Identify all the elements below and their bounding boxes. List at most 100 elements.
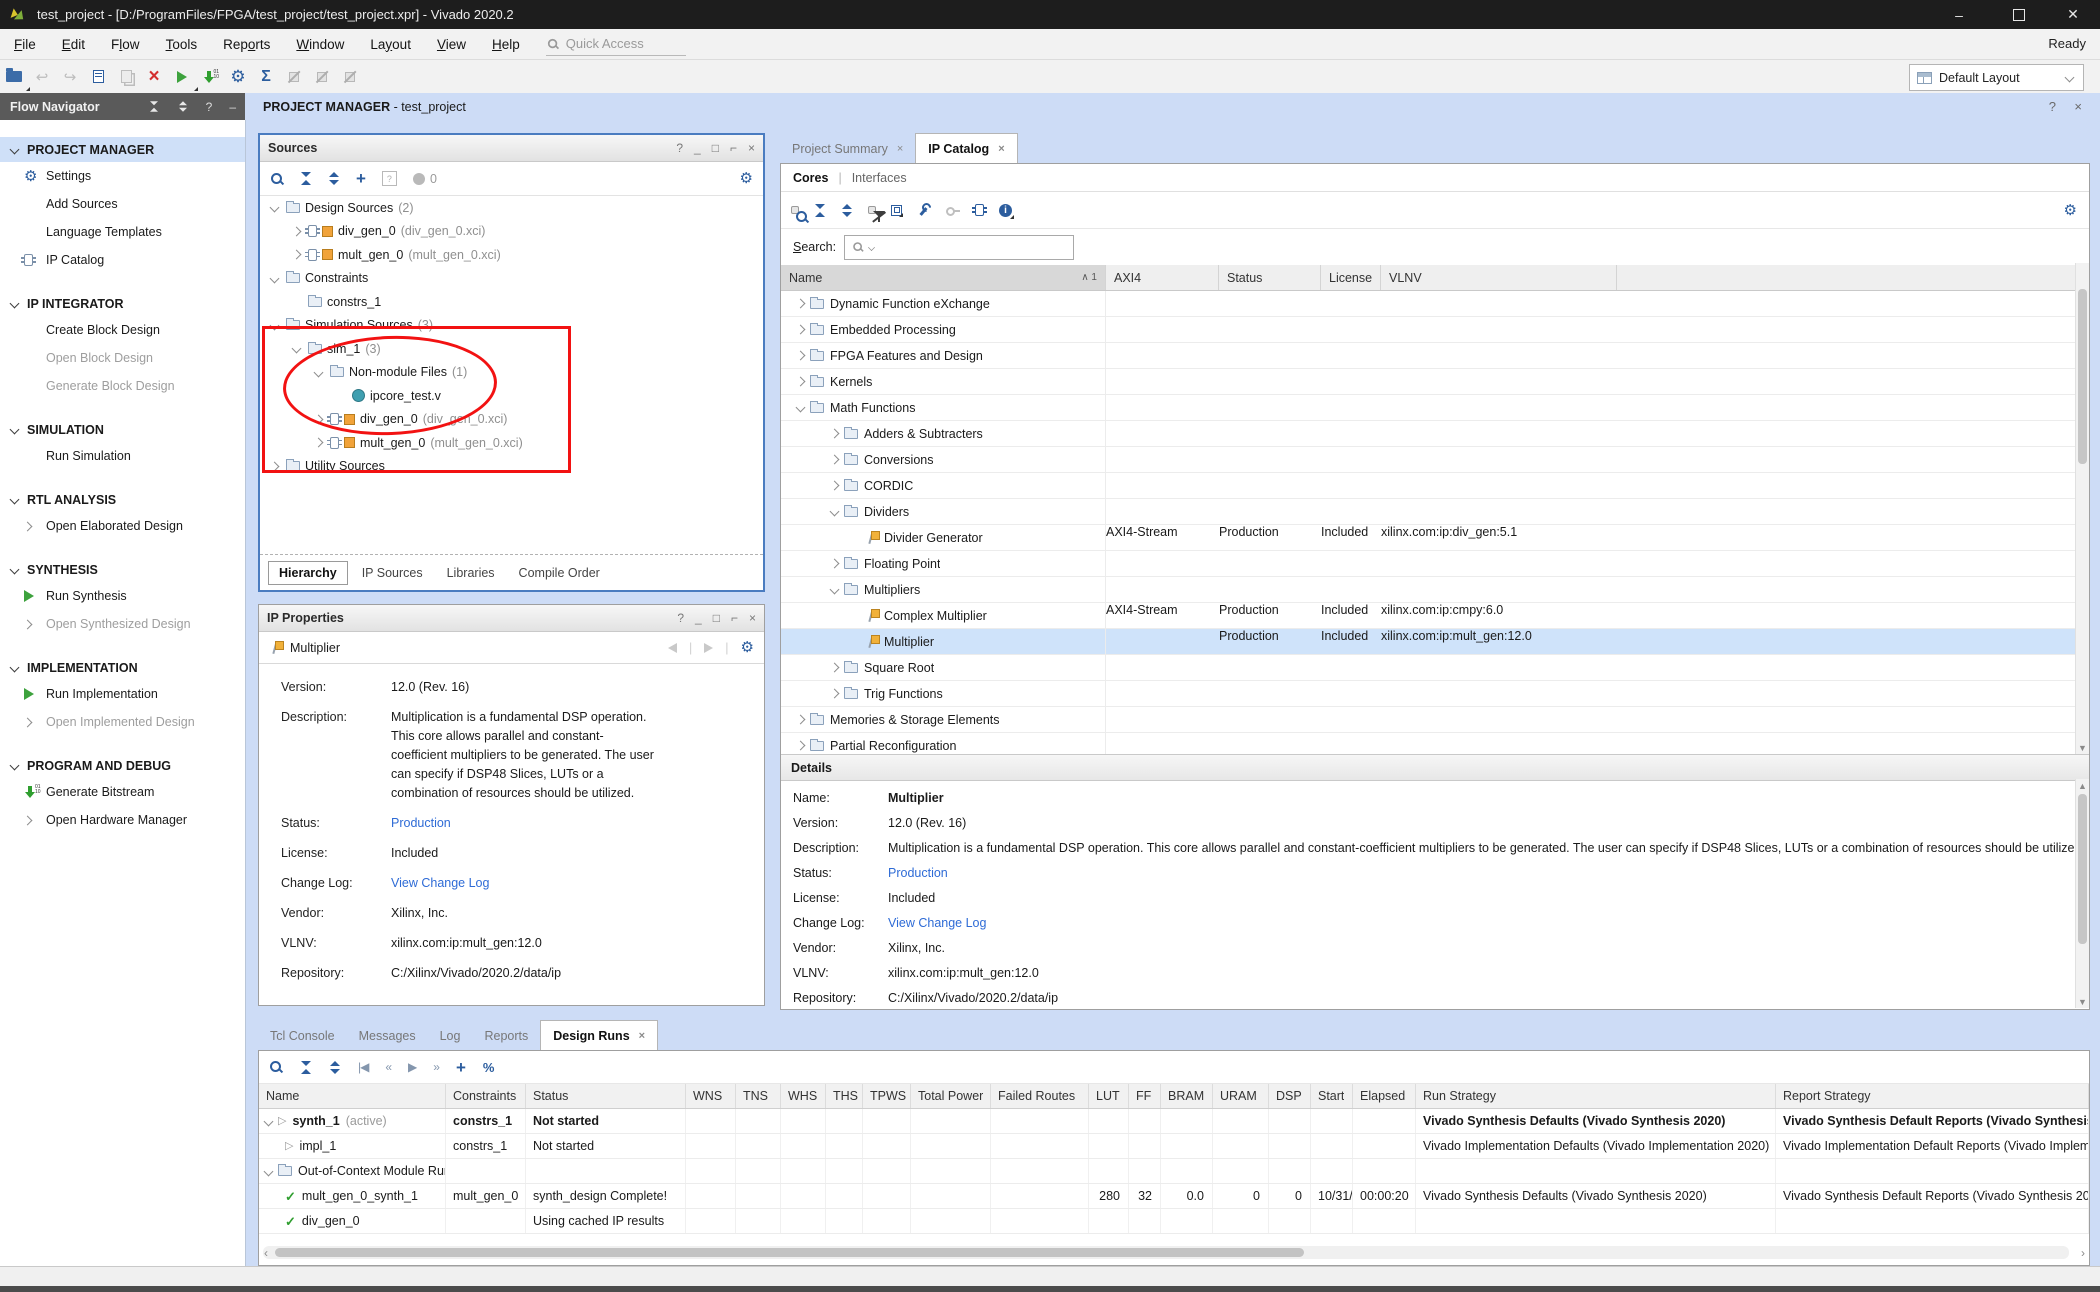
gear-icon[interactable] bbox=[741, 640, 754, 655]
column-header-name[interactable]: Name∧ 1 bbox=[781, 265, 1106, 290]
column-header-start[interactable]: Start bbox=[1311, 1084, 1353, 1108]
play-run-icon[interactable]: ▶ bbox=[408, 1060, 416, 1074]
flow-item-open-synthesized-design[interactable]: Open Synthesized Design bbox=[0, 610, 245, 638]
flow-item-run-implementation[interactable]: Run Implementation bbox=[0, 680, 245, 708]
gear-icon[interactable] bbox=[2064, 203, 2077, 218]
tab-ip-sources[interactable]: IP Sources bbox=[352, 562, 433, 584]
column-header-tpws[interactable]: TPWS bbox=[863, 1084, 911, 1108]
chevron-down-icon[interactable] bbox=[10, 495, 20, 505]
minimize-panel-icon[interactable]: _ bbox=[695, 611, 702, 625]
tab-reports[interactable]: Reports bbox=[472, 1021, 540, 1050]
tab-ip-catalog[interactable]: IP Catalog× bbox=[915, 133, 1017, 163]
chevron-right-icon[interactable] bbox=[830, 663, 840, 673]
chevron-down-icon[interactable] bbox=[270, 203, 280, 213]
chevron-down-icon[interactable] bbox=[10, 761, 20, 771]
chevron-right-icon[interactable] bbox=[292, 226, 302, 236]
help-icon[interactable]: ? bbox=[2049, 99, 2056, 114]
flow-item-open-block-design[interactable]: Open Block Design bbox=[0, 344, 245, 372]
catalog-row-conversions[interactable]: Conversions bbox=[781, 447, 2089, 473]
scroll-left-icon[interactable]: ‹ bbox=[264, 1246, 268, 1260]
menu-reports[interactable]: Reports bbox=[223, 37, 270, 52]
chevron-right-icon[interactable] bbox=[830, 689, 840, 699]
catalog-row-trig-functions[interactable]: Trig Functions bbox=[781, 681, 2089, 707]
catalog-row-floating-point[interactable]: Floating Point bbox=[781, 551, 2089, 577]
search-icon[interactable] bbox=[270, 172, 284, 186]
flow-item-settings[interactable]: Settings bbox=[0, 162, 245, 190]
column-header-elapsed[interactable]: Elapsed bbox=[1353, 1084, 1416, 1108]
add-repository-chip-icon[interactable] bbox=[975, 204, 984, 216]
column-header-dsp[interactable]: DSP bbox=[1269, 1084, 1311, 1108]
quick-access-input[interactable]: Quick Access bbox=[546, 33, 686, 56]
flow-item-ip-catalog[interactable]: IP Catalog bbox=[0, 246, 245, 274]
chevron-down-icon[interactable] bbox=[830, 585, 840, 595]
column-header-status[interactable]: Status bbox=[1219, 265, 1321, 290]
menu-layout[interactable]: Layout bbox=[370, 37, 411, 52]
menu-edit[interactable]: Edit bbox=[62, 37, 85, 52]
chevron-right-icon[interactable] bbox=[796, 299, 806, 309]
catalog-row-math-functions[interactable]: Math Functions bbox=[781, 395, 2089, 421]
source-tree-item-mult-gen-0[interactable]: mult_gen_0 (mult_gen_0.xci) bbox=[260, 243, 763, 267]
menu-help[interactable]: Help bbox=[492, 37, 520, 52]
chevron-right-icon[interactable] bbox=[23, 815, 33, 825]
chevron-down-icon[interactable] bbox=[10, 565, 20, 575]
details-vertical-scrollbar[interactable]: ▲ ▼ bbox=[2075, 779, 2089, 1008]
horizontal-scrollbar[interactable] bbox=[263, 1246, 2069, 1259]
chevron-right-icon[interactable] bbox=[796, 741, 806, 751]
forward-arrow-icon[interactable] bbox=[704, 643, 713, 653]
source-tree-item-constrs-1[interactable]: constrs_1 bbox=[260, 290, 763, 314]
chevron-down-icon[interactable] bbox=[10, 425, 20, 435]
catalog-row-divider-generator[interactable]: Divider GeneratorAXI4-StreamProductionIn… bbox=[781, 525, 2089, 551]
catalog-row-dividers[interactable]: Dividers bbox=[781, 499, 2089, 525]
flow-item-language-templates[interactable]: Language Templates bbox=[0, 218, 245, 246]
collapse-all-icon[interactable] bbox=[300, 1061, 312, 1074]
menu-file[interactable]: File bbox=[14, 37, 36, 52]
settings-gear-icon[interactable] bbox=[224, 65, 252, 89]
column-header-constraints[interactable]: Constraints bbox=[446, 1084, 526, 1108]
catalog-row-kernels[interactable]: Kernels bbox=[781, 369, 2089, 395]
chevron-right-icon[interactable] bbox=[796, 351, 806, 361]
filter-off-icon[interactable] bbox=[868, 206, 876, 214]
flow-section-header-project-manager[interactable]: PROJECT MANAGER bbox=[0, 137, 245, 162]
flow-item-generate-block-design[interactable]: Generate Block Design bbox=[0, 372, 245, 400]
first-run-icon[interactable]: |◀ bbox=[358, 1060, 368, 1074]
column-header-wns[interactable]: WNS bbox=[686, 1084, 736, 1108]
menu-window[interactable]: Window bbox=[296, 37, 344, 52]
run-row-impl-1[interactable]: impl_1constrs_1Not startedVivado Impleme… bbox=[259, 1134, 2089, 1159]
column-header-tns[interactable]: TNS bbox=[736, 1084, 781, 1108]
field-value[interactable]: View Change Log bbox=[391, 874, 659, 893]
previous-run-icon[interactable]: « bbox=[385, 1060, 391, 1074]
report-sigma-icon[interactable] bbox=[252, 65, 280, 89]
back-arrow-icon[interactable] bbox=[668, 643, 677, 653]
chevron-right-icon[interactable] bbox=[796, 715, 806, 725]
float-panel-icon[interactable]: ⌐ bbox=[731, 611, 738, 625]
column-header-failed-routes[interactable]: Failed Routes bbox=[991, 1084, 1089, 1108]
run-row-mult-gen-0-synth-1[interactable]: mult_gen_0_synth_1mult_gen_0synth_design… bbox=[259, 1184, 2089, 1209]
tab-hierarchy[interactable]: Hierarchy bbox=[268, 561, 348, 585]
catalog-row-square-root[interactable]: Square Root bbox=[781, 655, 2089, 681]
source-tree-item-design-sources[interactable]: Design Sources (2) bbox=[260, 196, 763, 220]
tab-libraries[interactable]: Libraries bbox=[437, 562, 505, 584]
flow-section-header-program-and-debug[interactable]: PROGRAM AND DEBUG bbox=[0, 753, 245, 778]
flow-section-header-ip-integrator[interactable]: IP INTEGRATOR bbox=[0, 291, 245, 316]
tab-messages[interactable]: Messages bbox=[347, 1021, 428, 1050]
catalog-row-cordic[interactable]: CORDIC bbox=[781, 473, 2089, 499]
float-panel-icon[interactable]: ⌐ bbox=[730, 141, 737, 155]
column-header-uram[interactable]: URAM bbox=[1213, 1084, 1269, 1108]
column-header-report-strategy[interactable]: Report Strategy bbox=[1776, 1084, 2089, 1108]
save-file-icon[interactable] bbox=[84, 65, 112, 89]
minimize-panel-icon[interactable]: – bbox=[229, 100, 236, 114]
column-header-bram[interactable]: BRAM bbox=[1161, 1084, 1213, 1108]
close-tab-icon[interactable]: × bbox=[998, 143, 1004, 155]
flow-item-open-hardware-manager[interactable]: Open Hardware Manager bbox=[0, 806, 245, 834]
search-icon[interactable] bbox=[269, 1060, 283, 1074]
close-tab-icon[interactable]: × bbox=[897, 143, 903, 155]
catalog-row-dynamic-function-exchange[interactable]: Dynamic Function eXchange bbox=[781, 291, 2089, 317]
chevron-right-icon[interactable] bbox=[796, 377, 806, 387]
copy-icon[interactable] bbox=[112, 65, 140, 89]
chevron-right-icon[interactable] bbox=[292, 250, 302, 260]
tab-tcl-console[interactable]: Tcl Console bbox=[258, 1021, 347, 1050]
tab-project-summary[interactable]: Project Summary× bbox=[780, 134, 915, 163]
chevron-right-icon[interactable] bbox=[830, 481, 840, 491]
menu-tools[interactable]: Tools bbox=[166, 37, 198, 52]
column-header-axi4[interactable]: AXI4 bbox=[1106, 265, 1219, 290]
